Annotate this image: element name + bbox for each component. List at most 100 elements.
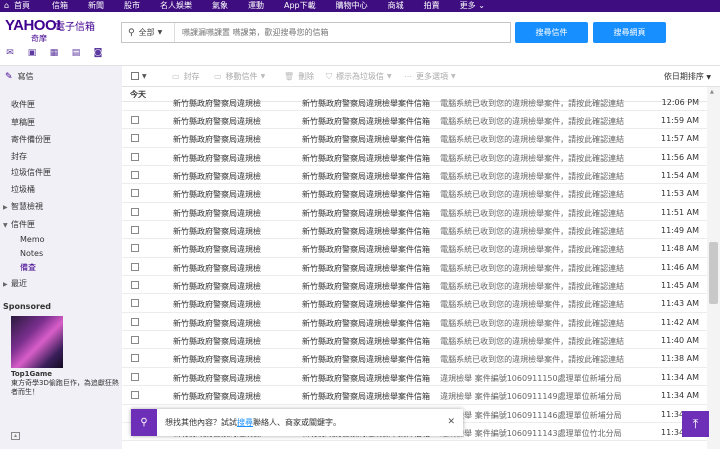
sidebar-item-inbox[interactable]: 收件匣 <box>11 99 35 110</box>
subject-text: 新竹縣政府警察局違規檢舉案件信箱 <box>302 190 430 200</box>
sidebar-item-sent[interactable]: 寄件備份匣 <box>11 134 51 145</box>
nav-auction[interactable]: 拍賣 <box>424 0 440 12</box>
archive-button[interactable]: ▭ 封存 <box>172 71 200 82</box>
message-row[interactable]: 新竹縣政府警察局違規檢 新竹縣政府警察局違規檢舉案件信箱 電腦系統已收到您的違規檢… <box>122 313 707 332</box>
message-row[interactable]: 新竹縣政府警察局違規檢 新竹縣政府警察局違規檢舉案件信箱 電腦系統已收到您的違規檢… <box>122 294 707 313</box>
messenger-icon[interactable]: ◙ <box>93 48 103 58</box>
subject-text: 新竹縣政府警察局違規檢舉案件信箱 <box>302 117 430 126</box>
home-icon[interactable]: ⌂ <box>4 2 12 10</box>
tip-search-link[interactable]: 搜尋 <box>237 418 253 427</box>
sidebar-item-notes[interactable]: Notes <box>20 249 43 258</box>
row-checkbox[interactable] <box>131 262 139 271</box>
nav-shopping[interactable]: 購物中心 <box>336 0 368 12</box>
sort-dropdown[interactable]: 依日期排序 ▼ <box>664 71 711 82</box>
sidebar-item-recent[interactable]: ▶ 最近 <box>3 278 27 289</box>
calendar-icon[interactable]: ▦ <box>49 48 59 58</box>
message-time: 11:42 AM <box>661 317 699 327</box>
message-row[interactable]: 新竹縣政府警察局違規檢 新竹縣政府警察局違規檢舉案件信箱 電腦系統已收到您的違規檢… <box>122 129 707 148</box>
row-checkbox[interactable] <box>131 207 139 216</box>
search-web-button[interactable]: 搜尋網頁 <box>593 22 666 43</box>
scroll-up-arrow[interactable]: ▲ <box>710 89 714 95</box>
subject-text: 新竹縣政府警察局違規檢舉案件信箱 <box>302 227 430 237</box>
message-subject: 新竹縣政府警察局違規檢舉案件信箱 違規檢舉 案件編號1060911149處理單位… <box>302 391 632 402</box>
scrollbar[interactable]: ▲ <box>707 87 720 449</box>
move-button[interactable]: ▭ 移動信件 ▼ <box>214 71 269 82</box>
search-input[interactable] <box>175 23 510 42</box>
row-checkbox[interactable] <box>131 336 139 345</box>
nav-stock[interactable]: 股市 <box>124 0 140 12</box>
message-subject: 新竹縣政府警察局違規檢舉案件信箱 電腦系統已收到您的違規檢舉案件，請按此確認連結 <box>302 244 632 255</box>
message-row[interactable]: 新竹縣政府警察局違規檢 新竹縣政府警察局違規檢舉案件信箱 電腦系統已收到您的違規檢… <box>122 239 707 258</box>
back-to-top-button[interactable]: ⤒ <box>682 411 709 437</box>
sidebar-item-bei-cha[interactable]: 備査 <box>20 262 36 273</box>
shield-icon: ⛉ <box>326 71 332 81</box>
message-row[interactable]: 新竹縣政府警察局違規檢 新竹縣政府警察局違規檢舉案件信箱 電腦系統已收到您的違規檢… <box>122 166 707 185</box>
ad-image[interactable] <box>11 316 63 368</box>
message-row[interactable]: 新竹縣政府警察局違規檢 新竹縣政府警察局違規檢舉案件信箱 電腦系統已收到您的違規檢… <box>122 184 707 203</box>
message-row[interactable]: 新竹縣政府警察局違規檢 新竹縣政府警察局違規檢舉案件信箱 電腦系統已收到您的違規檢… <box>122 331 707 350</box>
message-row[interactable]: 新竹縣政府警察局違規檢 新竹縣政府警察局違規檢舉案件信箱 電腦系統已收到您的違規檢… <box>122 349 707 368</box>
app-switcher: ✉ ▣ ▦ ▤ ◙ <box>5 48 103 58</box>
row-checkbox[interactable] <box>131 244 139 253</box>
row-checkbox[interactable] <box>131 281 139 290</box>
nav-mail[interactable]: 信箱 <box>52 0 68 12</box>
close-icon[interactable]: ✕ <box>447 417 455 427</box>
message-row[interactable]: 新竹縣政府警察局違規檢 新竹縣政府警察局違規檢舉案件信箱 電腦系統已收到您的違規檢… <box>122 221 707 240</box>
row-checkbox[interactable] <box>131 226 139 235</box>
row-checkbox[interactable] <box>131 317 139 326</box>
search-bar: ⚲ 全部 ▼ <box>121 22 511 43</box>
search-mail-button[interactable]: 搜尋信件 <box>515 22 588 43</box>
nav-home[interactable]: 首頁 <box>14 0 30 12</box>
sidebar-item-trash[interactable]: 垃圾桶 <box>11 184 35 195</box>
nav-more[interactable]: 更多 ⌄ <box>460 0 485 12</box>
message-row[interactable]: 新竹縣政府警察局違規檢 新竹縣政府警察局違規檢舉案件信箱 電腦系統已收到您的違規檢… <box>122 276 707 295</box>
sidebar-item-memo[interactable]: Memo <box>20 235 45 244</box>
sidebar-item-folders[interactable]: ▼ 信件匣 <box>3 219 35 230</box>
select-all-checkbox[interactable]: ▼ <box>131 72 147 80</box>
row-checkbox[interactable] <box>131 354 139 363</box>
row-checkbox[interactable] <box>131 134 139 143</box>
sidebar-item-smart-views[interactable]: ▶ 智慧檢視 <box>3 201 43 212</box>
ad-title[interactable]: Top1Game <box>11 370 52 378</box>
message-row[interactable]: 新竹縣政府警察局違規檢 新竹縣政府警察局違規檢舉案件信箱 違規檢舉 案件編號106… <box>122 368 707 387</box>
yahoo-mail-logo[interactable]: YAHOO! 電子信箱 奇摩 <box>5 18 95 44</box>
row-checkbox[interactable] <box>131 171 139 180</box>
spam-button[interactable]: ⛉ 標示為垃圾信 ▼ <box>326 71 396 82</box>
ad-description[interactable]: 東方奇學3D偷跑巨作，為追獻狂熱者而生！ <box>11 379 119 397</box>
logo-sub: 電子信箱 <box>55 22 95 33</box>
search-scope-dropdown[interactable]: ⚲ 全部 ▼ <box>122 23 175 42</box>
nav-sports[interactable]: 運動 <box>248 0 264 12</box>
message-row[interactable]: 新竹縣政府警察局違規檢 新竹縣政府警察局違規檢舉案件信箱 電腦系統已收到您的違規檢… <box>122 258 707 277</box>
sidebar-item-archive[interactable]: 封存 <box>11 151 27 162</box>
row-checkbox[interactable] <box>131 299 139 308</box>
sidebar-item-drafts[interactable]: 草稿匣 <box>11 117 35 128</box>
row-checkbox[interactable] <box>131 189 139 198</box>
scrollbar-thumb[interactable] <box>709 242 718 304</box>
row-checkbox[interactable] <box>131 116 139 124</box>
nav-app-download[interactable]: App下載 <box>284 0 316 12</box>
nav-mall[interactable]: 商城 <box>388 0 404 12</box>
row-checkbox[interactable] <box>131 372 139 381</box>
row-checkbox[interactable] <box>131 391 139 400</box>
message-time: 11:43 AM <box>661 299 699 309</box>
contacts-icon[interactable]: ▣ <box>27 48 37 58</box>
row-checkbox[interactable] <box>131 152 139 161</box>
nav-news[interactable]: 新聞 <box>88 0 104 12</box>
message-row[interactable]: 新竹縣政府警察局違規檢 新竹縣政府警察局違規檢舉案件信箱 電腦系統已收到您的違規檢… <box>122 203 707 222</box>
nav-weather[interactable]: 氣象 <box>212 0 228 12</box>
message-row[interactable]: 新竹縣政府警察局違規檢 新竹縣政府警察局違規檢舉案件信箱 電腦系統已收到您的違規檢… <box>122 148 707 167</box>
image-icon[interactable]: ▴ <box>11 432 20 440</box>
message-row[interactable]: 新竹縣政府警察局違規檢 新竹縣政府警察局違規檢舉案件信箱 違規檢舉 案件編號106… <box>122 386 707 405</box>
message-row[interactable]: 新竹縣政府警察局違規檢 新竹縣政府警察局違規檢舉案件信箱 電腦系統已收到您的違規檢… <box>122 98 707 111</box>
folders-label: 信件匣 <box>11 220 35 229</box>
sidebar-item-spam[interactable]: 垃圾信件匣 <box>11 167 51 178</box>
notepad-icon[interactable]: ▤ <box>71 48 81 58</box>
more-options-button[interactable]: ⋯ 更多選項 ▼ <box>404 71 460 82</box>
nav-celebrity[interactable]: 名人娛樂 <box>160 0 192 12</box>
message-time: 11:57 AM <box>661 134 699 144</box>
message-subject: 新竹縣政府警察局違規檢舉案件信箱 電腦系統已收到您的違規檢舉案件，請按此確認連結 <box>302 171 632 182</box>
compose-button[interactable]: ✎ 寫信 <box>5 71 34 82</box>
mail-icon[interactable]: ✉ <box>5 48 15 58</box>
delete-button[interactable]: 🗑 刪除 <box>284 71 314 82</box>
message-row[interactable]: 新竹縣政府警察局違規檢 新竹縣政府警察局違規檢舉案件信箱 電腦系統已收到您的違規檢… <box>122 111 707 130</box>
